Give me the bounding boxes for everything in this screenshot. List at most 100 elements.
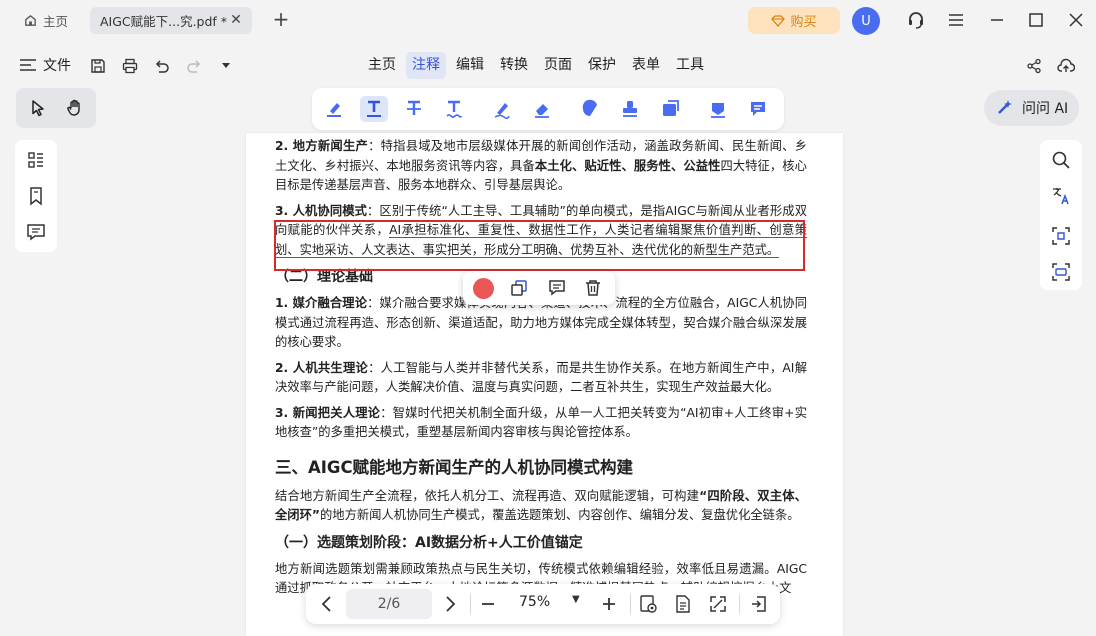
- redo-icon[interactable]: [184, 56, 204, 76]
- maximize-icon[interactable]: [1025, 9, 1047, 31]
- stamp-icon[interactable]: [616, 96, 644, 122]
- headset-icon[interactable]: [905, 9, 927, 31]
- comment-note-icon[interactable]: [744, 96, 772, 122]
- minimize-icon[interactable]: [986, 9, 1008, 31]
- zoom-level[interactable]: 75%: [519, 594, 550, 610]
- file-menu-button[interactable]: 文件: [19, 55, 71, 75]
- share-icon[interactable]: [1024, 56, 1044, 76]
- file-menu-label: 文件: [43, 58, 71, 74]
- hamburger-menu-icon[interactable]: [945, 9, 967, 31]
- annotation-color-swatch[interactable]: [473, 278, 494, 299]
- select-cursor-icon[interactable]: [26, 96, 50, 120]
- hand-tool-icon[interactable]: [63, 96, 87, 120]
- comments-panel-icon[interactable]: [26, 222, 46, 242]
- zoom-dropdown-icon[interactable]: ▼: [572, 594, 580, 605]
- left-sidebar: [15, 140, 57, 252]
- menu-tab-protect[interactable]: 保护: [582, 52, 622, 79]
- buy-button[interactable]: 购买: [748, 7, 840, 34]
- screenshot-compare-icon[interactable]: [1051, 262, 1071, 282]
- zoom-in-icon[interactable]: [598, 593, 620, 615]
- paragraph-text: 结合地方新闻生产全流程，依托人机分工、流程再造、双向赋能逻辑，可构建: [275, 488, 700, 503]
- print-icon[interactable]: [120, 56, 140, 76]
- eraser-icon[interactable]: [528, 96, 556, 122]
- paragraph: 3. 新闻把关人理论：智媒时代把关机制全面升级，从单一人工把关转变为“AI初审+…: [275, 404, 807, 443]
- fit-page-icon[interactable]: [748, 593, 770, 615]
- thumbnails-icon[interactable]: [26, 150, 46, 170]
- home-icon: [25, 14, 36, 26]
- single-page-view-icon[interactable]: [672, 593, 694, 615]
- add-comment-icon[interactable]: [547, 278, 567, 298]
- menu-tab-annotate[interactable]: 注释: [406, 52, 446, 79]
- paragraph-heading: 3. 人机协同模式: [275, 203, 368, 218]
- page-number: 2/6: [377, 596, 401, 612]
- diamond-icon: [771, 14, 786, 27]
- bottom-toolbar: 2/6 75% ▼: [306, 584, 780, 624]
- divider: [470, 594, 471, 614]
- ask-ai-button[interactable]: 问问 AI: [984, 90, 1079, 126]
- menu-bar: 文件 主页 注释 编辑 转换 页面 保护 表单 工具: [0, 47, 1096, 85]
- shape-icon[interactable]: [576, 96, 604, 122]
- avatar-letter: U: [861, 13, 871, 29]
- tab-document[interactable]: AIGC赋能下...究.pdf * ✕: [90, 7, 252, 34]
- paragraph-heading: 2. 人机共生理论: [275, 360, 369, 375]
- highlight-icon[interactable]: [320, 96, 348, 122]
- menu-lines-icon: [20, 59, 36, 71]
- undo-icon[interactable]: [152, 56, 172, 76]
- tab-home[interactable]: 主页: [15, 7, 79, 34]
- bookmark-icon[interactable]: [26, 186, 46, 206]
- previous-page-icon[interactable]: [315, 593, 337, 615]
- read-mode-icon[interactable]: [637, 593, 659, 615]
- paragraph: 2. 地方新闻生产：特指县域及地市层级媒体开展的新闻创作活动，涵盖政务新闻、民生…: [275, 137, 807, 196]
- copy-icon[interactable]: [509, 278, 529, 298]
- new-tab-icon[interactable]: +: [270, 9, 292, 31]
- page-indicator[interactable]: 2/6: [346, 589, 432, 619]
- title-bar: 主页 AIGC赋能下...究.pdf * ✕ + 购买 U: [0, 0, 1096, 40]
- strikethrough-icon[interactable]: [400, 96, 428, 122]
- tab-home-label: 主页: [43, 14, 69, 29]
- translate-icon[interactable]: [1051, 186, 1071, 206]
- save-icon[interactable]: [88, 56, 108, 76]
- tab-document-label: AIGC赋能下...究.pdf *: [100, 14, 228, 29]
- divider: [630, 594, 631, 614]
- menu-tab-edit[interactable]: 编辑: [450, 52, 490, 79]
- cloud-upload-icon[interactable]: [1056, 56, 1076, 76]
- divider: [739, 594, 740, 614]
- menu-tab-page[interactable]: 页面: [538, 52, 578, 79]
- underline-text-icon[interactable]: [360, 96, 388, 122]
- paragraph: 结合地方新闻生产全流程，依托人机分工、流程再造、双向赋能逻辑，可构建“四阶段、双…: [275, 487, 807, 526]
- search-icon[interactable]: [1051, 150, 1071, 170]
- zoom-out-icon[interactable]: [477, 593, 499, 615]
- annotation-popup: [463, 271, 615, 305]
- sign-icon[interactable]: [704, 96, 732, 122]
- menu-tab-convert[interactable]: 转换: [494, 52, 534, 79]
- menu-tab-form[interactable]: 表单: [626, 52, 666, 79]
- close-tab-icon[interactable]: ✕: [228, 12, 244, 28]
- menu-tab-tools[interactable]: 工具: [670, 52, 710, 79]
- next-page-icon[interactable]: [440, 593, 462, 615]
- avatar[interactable]: U: [852, 7, 880, 35]
- paragraph-heading: 2. 地方新闻生产: [275, 139, 369, 153]
- pointer-tools: [16, 88, 96, 128]
- fullscreen-icon[interactable]: [707, 593, 729, 615]
- squiggly-underline-icon[interactable]: [440, 96, 468, 122]
- paragraph-heading: 1. 媒介融合理论: [275, 296, 368, 310]
- attachment-icon[interactable]: [656, 96, 684, 122]
- paragraph: 2. 人机共生理论：人工智能与人类并非替代关系，而是共生协作关系。在地方新闻生产…: [275, 359, 807, 398]
- quick-access-dropdown-icon[interactable]: [216, 56, 236, 76]
- ask-ai-label: 问问 AI: [1022, 101, 1069, 117]
- annotation-toolbar: [312, 88, 784, 130]
- delete-icon[interactable]: [583, 278, 603, 298]
- menu-tab-home[interactable]: 主页: [362, 52, 402, 79]
- document-content: 2. 地方新闻生产：特指县域及地市层级媒体开展的新闻创作活动，涵盖政务新闻、民生…: [275, 137, 807, 605]
- selected-annotation-box[interactable]: [274, 220, 805, 271]
- ocr-scan-icon[interactable]: [1051, 226, 1071, 246]
- paragraph-heading: 3. 新闻把关人理论: [275, 405, 381, 420]
- right-sidebar: [1040, 140, 1082, 290]
- menu-tabs: 主页 注释 编辑 转换 页面 保护 表单 工具: [360, 52, 712, 79]
- close-window-icon[interactable]: [1065, 9, 1087, 31]
- paragraph-bold: 本土化、贴近性、服务性、公益性: [534, 158, 721, 173]
- ai-sparkle-icon: [995, 99, 1013, 117]
- pen-draw-icon[interactable]: [488, 96, 516, 122]
- section-heading: 三、AIGC赋能地方新闻生产的人机协同模式构建: [275, 457, 634, 477]
- document-page[interactable]: 2. 地方新闻生产：特指县域及地市层级媒体开展的新闻创作活动，涵盖政务新闻、民生…: [246, 133, 843, 636]
